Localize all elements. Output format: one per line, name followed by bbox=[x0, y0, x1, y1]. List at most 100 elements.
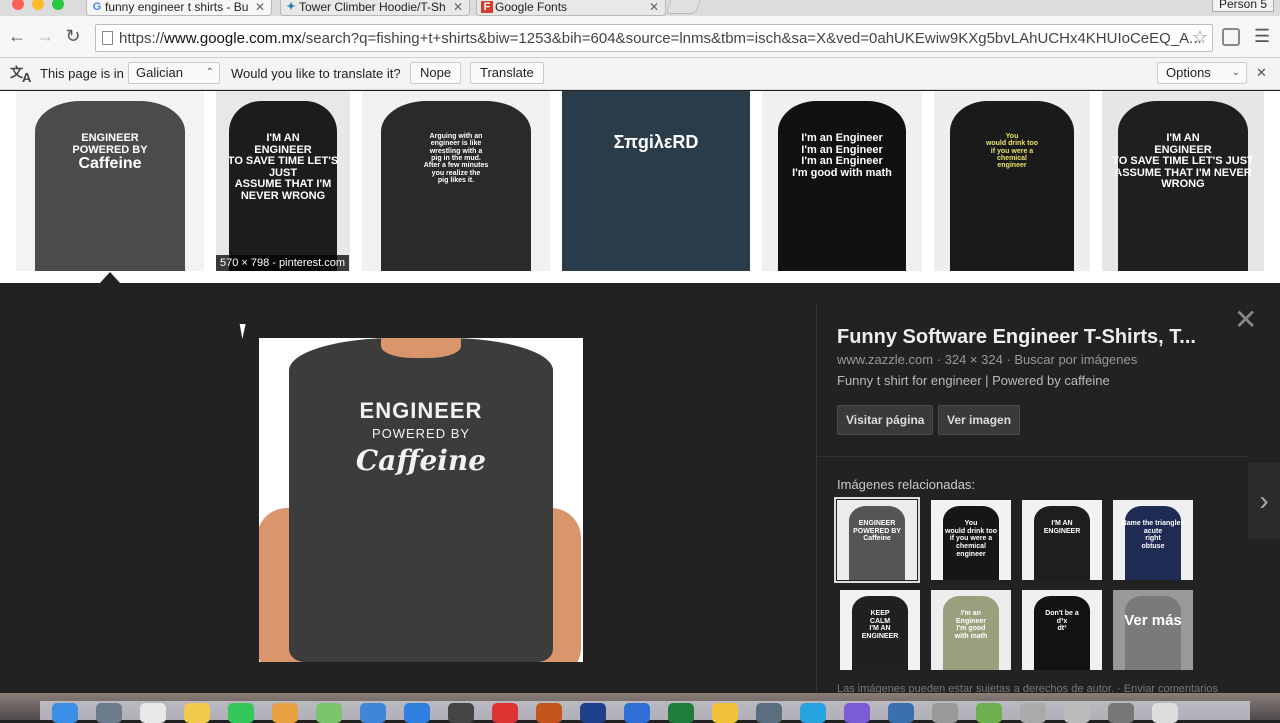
dock-app-icon[interactable] bbox=[272, 703, 298, 723]
related-image[interactable]: I'M AN ENGINEER bbox=[1022, 500, 1102, 580]
image-title[interactable]: Funny Software Engineer T-Shirts, T... bbox=[837, 326, 1196, 349]
shirt-print: I'M AN ENGINEER bbox=[1022, 520, 1102, 535]
shirt-print-line: Caffeine bbox=[78, 155, 142, 173]
page-info-icon[interactable] bbox=[102, 31, 113, 45]
dock-app-icon[interactable] bbox=[668, 703, 694, 723]
close-viewer-icon[interactable]: ✕ bbox=[1234, 303, 1257, 336]
browser-toolbar: ← → ↻ https://www.google.com.mx/search?q… bbox=[0, 16, 1280, 58]
result-thumbnail[interactable]: You would drink too if you were a chemical e… bbox=[934, 91, 1090, 271]
shirt-print-line: if you were a bbox=[990, 147, 1034, 155]
dock-app-icon[interactable] bbox=[800, 703, 826, 723]
back-arrow-icon[interactable]: ← bbox=[6, 25, 28, 47]
result-thumbnail[interactable]: ΣπgiλεRD bbox=[562, 91, 750, 271]
dock-app-icon[interactable] bbox=[844, 703, 870, 723]
dock-app-icon[interactable] bbox=[712, 703, 738, 723]
shirt-print: Don't be a d³x dt³ bbox=[1022, 610, 1102, 633]
shirt-print-line: ENGINEER bbox=[858, 520, 896, 527]
dock-app-icon[interactable] bbox=[360, 703, 386, 723]
dock-app-icon[interactable] bbox=[1020, 703, 1046, 723]
dock-app-icon[interactable] bbox=[140, 703, 166, 723]
dock-app-icon[interactable] bbox=[888, 703, 914, 723]
hamburger-menu-icon[interactable]: ☰ bbox=[1254, 26, 1270, 47]
dock-app-icon[interactable] bbox=[492, 703, 518, 723]
shirt-print-line: Name the triangles bbox=[1121, 520, 1185, 527]
preview-image[interactable]: ENGINEER POWERED BY Caffeine bbox=[259, 338, 583, 662]
related-image[interactable]: You would drink too if you were a chemical e… bbox=[931, 500, 1011, 580]
result-thumbnail[interactable]: I'M AN ENGINEER TO SAVE TIME LET'S JUST ASS… bbox=[1102, 91, 1264, 271]
tab-google-search[interactable]: G funny engineer t shirts - Bu ✕ bbox=[86, 0, 272, 16]
bookmark-star-icon[interactable]: ☆ bbox=[1192, 27, 1208, 48]
minimize-window-icon[interactable] bbox=[32, 0, 44, 10]
shirt-print: ENGINEER POWERED BY Caffeine bbox=[16, 132, 204, 173]
shirt-print-line: you realize the bbox=[431, 169, 481, 177]
shirt-print-line: engineer bbox=[997, 162, 1027, 170]
shirt-print-line: I'm an Engineer bbox=[801, 132, 883, 144]
result-thumbnail[interactable]: Arguing with an engineer is like wrestling… bbox=[362, 91, 550, 271]
tab-tower-climber[interactable]: ✦ Tower Climber Hoodie/T-Sh ✕ bbox=[280, 0, 470, 16]
translate-button[interactable]: Translate bbox=[470, 62, 544, 84]
dock-app-icon[interactable] bbox=[624, 703, 650, 723]
tab-google-fonts[interactable]: F Google Fonts ✕ bbox=[476, 0, 666, 16]
chevron-down-icon: ⌄ bbox=[1231, 67, 1240, 78]
zoom-window-icon[interactable] bbox=[52, 0, 64, 10]
shirt-print: Name the triangles acute right obtuse bbox=[1113, 520, 1193, 551]
shirt-print-line: pig likes it. bbox=[437, 177, 475, 185]
dock-app-icon[interactable] bbox=[448, 703, 474, 723]
close-window-icon[interactable] bbox=[12, 0, 24, 10]
options-dropdown[interactable]: Options ⌄ bbox=[1157, 62, 1247, 84]
panel-divider bbox=[816, 303, 817, 693]
view-image-button[interactable]: Ver imagen bbox=[938, 405, 1021, 435]
tab-label: funny engineer t shirts - Bu bbox=[105, 0, 249, 14]
preview-shirt bbox=[289, 338, 553, 662]
shirt-print: I'm an Engineer I'm good with math bbox=[931, 610, 1011, 641]
close-tab-icon[interactable]: ✕ bbox=[255, 0, 265, 14]
shirt-print-line: I'M AN bbox=[869, 625, 891, 633]
result-thumbnail[interactable]: ENGINEER POWERED BY Caffeine bbox=[16, 91, 204, 271]
dock-app-icon[interactable] bbox=[228, 703, 254, 723]
dock-app-icon[interactable] bbox=[52, 703, 78, 723]
dock-app-icon[interactable] bbox=[1152, 703, 1178, 723]
more-images-button[interactable]: Ver más bbox=[1113, 590, 1193, 670]
shirt-print-line: I'M AN bbox=[266, 132, 300, 144]
related-image[interactable]: I'm an Engineer I'm good with math bbox=[931, 590, 1011, 670]
dock-app-icon[interactable] bbox=[976, 703, 1002, 723]
address-bar[interactable]: https://www.google.com.mx/search?q=fishi… bbox=[95, 24, 1213, 52]
next-image-arrow-icon[interactable]: › bbox=[1248, 463, 1280, 539]
shirt-print-line: TO SAVE TIME LET'S JUST bbox=[227, 155, 339, 179]
dock-app-icon[interactable] bbox=[1064, 703, 1090, 723]
preview-line-2: POWERED BY bbox=[371, 426, 471, 441]
close-tab-icon[interactable]: ✕ bbox=[453, 0, 463, 14]
forward-arrow-icon[interactable]: → bbox=[34, 25, 56, 47]
result-thumbnail[interactable]: I'm an Engineer I'm an Engineer I'm an Eng… bbox=[762, 91, 922, 271]
close-translate-icon[interactable]: ✕ bbox=[1256, 65, 1267, 81]
fonts-favicon-icon: F bbox=[481, 1, 493, 13]
language-value: Galician bbox=[136, 65, 183, 80]
dock-app-icon[interactable] bbox=[756, 703, 782, 723]
nope-button[interactable]: Nope bbox=[410, 62, 462, 84]
dock-app-icon[interactable] bbox=[316, 703, 342, 723]
related-image[interactable]: Don't be a d³x dt³ bbox=[1022, 590, 1102, 670]
related-image[interactable]: Name the triangles acute right obtuse bbox=[1113, 500, 1193, 580]
profile-button[interactable]: Person 5 bbox=[1211, 0, 1274, 12]
dock-app-icon[interactable] bbox=[404, 703, 430, 723]
dock-app-icon[interactable] bbox=[96, 703, 122, 723]
reload-icon[interactable]: ↻ bbox=[62, 25, 84, 47]
result-thumbnail[interactable]: I'M AN ENGINEER TO SAVE TIME LET'S JUST ASS… bbox=[216, 91, 350, 271]
visit-page-button[interactable]: Visitar página bbox=[837, 405, 934, 435]
extension-icon[interactable] bbox=[1222, 28, 1240, 46]
dock-app-icon[interactable] bbox=[184, 703, 210, 723]
shirt-print-line: I'm good with math bbox=[792, 166, 892, 179]
related-image[interactable]: KEEP CALM I'M AN ENGINEER bbox=[840, 590, 920, 670]
tab-strip: G funny engineer t shirts - Bu ✕ ✦ Tower… bbox=[0, 0, 1280, 16]
language-select[interactable]: Galician ⌃ bbox=[128, 62, 220, 84]
dock-app-icon[interactable] bbox=[1108, 703, 1134, 723]
dock-app-icon[interactable] bbox=[580, 703, 606, 723]
close-tab-icon[interactable]: ✕ bbox=[649, 0, 659, 14]
shirt-print: You would drink too if you were a chemical e… bbox=[934, 133, 1090, 170]
new-tab-button[interactable] bbox=[665, 0, 701, 14]
related-image[interactable]: ENGINEER POWERED BY Caffeine bbox=[834, 497, 920, 583]
translate-icon: 文A bbox=[10, 65, 32, 85]
dock-app-icon[interactable] bbox=[536, 703, 562, 723]
shirt-print-line: Caffeine bbox=[863, 535, 891, 543]
dock-app-icon[interactable] bbox=[932, 703, 958, 723]
